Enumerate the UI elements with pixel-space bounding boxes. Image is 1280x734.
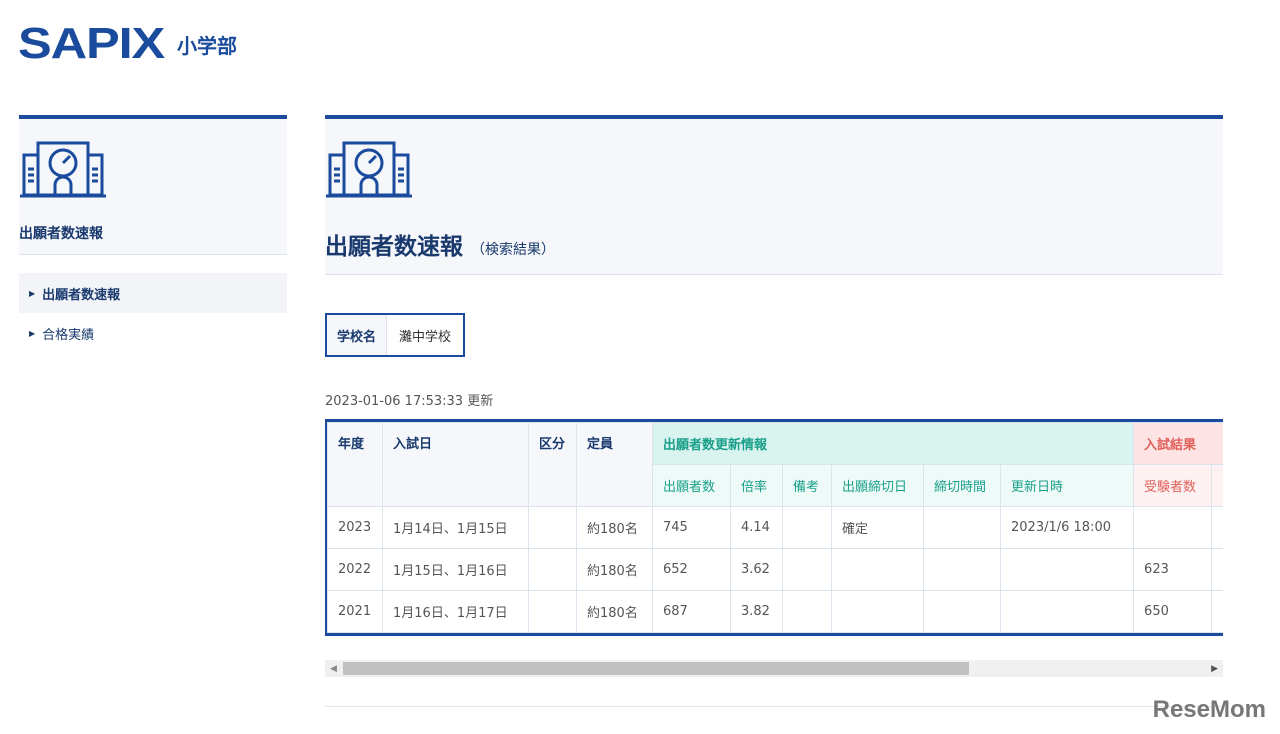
cell-ratio: 4.14 [730,506,783,549]
divider [325,706,1223,707]
cell-capacity: 約180名 [576,506,653,549]
header-examinees: 受験者数 [1133,464,1213,507]
header-deadline-time: 締切時間 [923,464,1001,507]
cell-category [528,548,577,591]
cell-category [528,506,577,549]
division-label: 小学部 [177,33,238,58]
results-table: 年度 入試日 区分 定員 出願者数更新情報 入試結果 出願者数 倍率 備考 出願… [327,422,1223,633]
resemom-watermark: ReseMom [1152,696,1266,723]
header-deadline: 出願締切日 [831,464,924,507]
sidebar-item-results[interactable]: ▶ 合格実績 [19,313,287,353]
header-year: 年度 [327,422,383,507]
cell-note [782,506,832,549]
school-building-icon [326,141,414,198]
horizontal-scrollbar[interactable]: ◀ ▶ [325,660,1223,677]
scroll-left-icon[interactable]: ◀ [330,664,337,674]
cell-cut-off [1211,548,1223,591]
cell-year: 2023 [327,506,383,549]
cell-updated [999,590,1135,633]
sidebar-title: 出願者数速報 [19,226,103,242]
cell-category [528,590,577,633]
header-applicants: 出願者数 [652,464,731,507]
cell-updated [999,548,1135,591]
school-building-icon [20,141,108,198]
header-group-results: 入試結果 [1133,422,1223,465]
table-row: 2021 1月16日、1月17日 約180名 687 3.82 650 [327,590,1223,633]
cell-cut-off [1211,506,1223,549]
cell-ratio: 3.82 [730,590,783,633]
scroll-right-icon[interactable]: ▶ [1211,664,1218,674]
cell-deadline: 確定 [831,506,924,549]
caret-right-icon: ▶ [29,328,36,338]
sidebar: 出願者数速報 ▶ 出願者数速報 ▶ 合格実績 [19,115,287,353]
cell-note [782,548,832,591]
cell-applicants: 652 [652,548,731,591]
cell-applicants: 745 [652,506,731,549]
cell-deadline [831,590,924,633]
logo-text: SAPIX [18,19,165,68]
school-filter: 学校名 灘中学校 [325,313,466,357]
school-label: 学校名 [327,315,388,355]
header-updated: 更新日時 [999,464,1135,507]
cell-examinees: 650 [1133,590,1213,633]
cell-updated: 2023/1/6 18:00 [999,506,1135,549]
table-row: 2022 1月15日、1月16日 約180名 652 3.62 623 [327,548,1223,591]
header-cut-off [1211,464,1223,507]
cell-ratio: 3.62 [730,548,783,591]
header-ratio: 倍率 [730,464,783,507]
header-capacity: 定員 [576,422,653,507]
cell-exam-date: 1月15日、1月16日 [382,548,529,591]
main-content: 出願者数速報 （検索結果） 学校名 灘中学校 2023-01-06 17:53:3… [325,115,1223,677]
sapix-logo[interactable]: SAPIX 小学部 [18,22,237,66]
header-group-applications: 出願者数更新情報 [651,422,1135,465]
cell-capacity: 約180名 [576,590,653,633]
page-title: 出願者数速報 （検索結果） [325,234,555,260]
sidebar-item-label: 合格実績 [42,327,95,343]
sidebar-item-label: 出願者数速報 [42,287,121,303]
cell-note [782,590,832,633]
caret-right-icon: ▶ [29,288,36,298]
scrollbar-thumb[interactable] [343,662,969,675]
updated-timestamp: 2023-01-06 17:53:33 更新 [325,394,494,409]
cell-year: 2021 [327,590,383,633]
results-table-container[interactable]: 年度 入試日 区分 定員 出願者数更新情報 入試結果 出願者数 倍率 備考 出願… [325,419,1223,636]
cell-examinees: 623 [1133,548,1213,591]
cell-exam-date: 1月16日、1月17日 [382,590,529,633]
header-note: 備考 [782,464,832,507]
cell-deadline [831,548,924,591]
sidebar-item-applicants[interactable]: ▶ 出願者数速報 [19,273,287,313]
page-subtitle: （検索結果） [471,242,555,258]
school-value: 灘中学校 [399,329,452,345]
cell-applicants: 687 [652,590,731,633]
table-row: 2023 1月14日、1月15日 約180名 745 4.14 確定 2023/1/6 18… [327,506,1223,549]
cell-deadline-time [923,590,1001,633]
cell-examinees [1133,506,1213,549]
cell-capacity: 約180名 [576,548,653,591]
cell-exam-date: 1月14日、1月15日 [382,506,529,549]
header-exam-date: 入試日 [382,422,529,507]
cell-deadline-time [923,506,1001,549]
cell-year: 2022 [327,548,383,591]
header-category: 区分 [528,422,577,507]
cell-cut-off [1211,590,1223,633]
cell-deadline-time [923,548,1001,591]
